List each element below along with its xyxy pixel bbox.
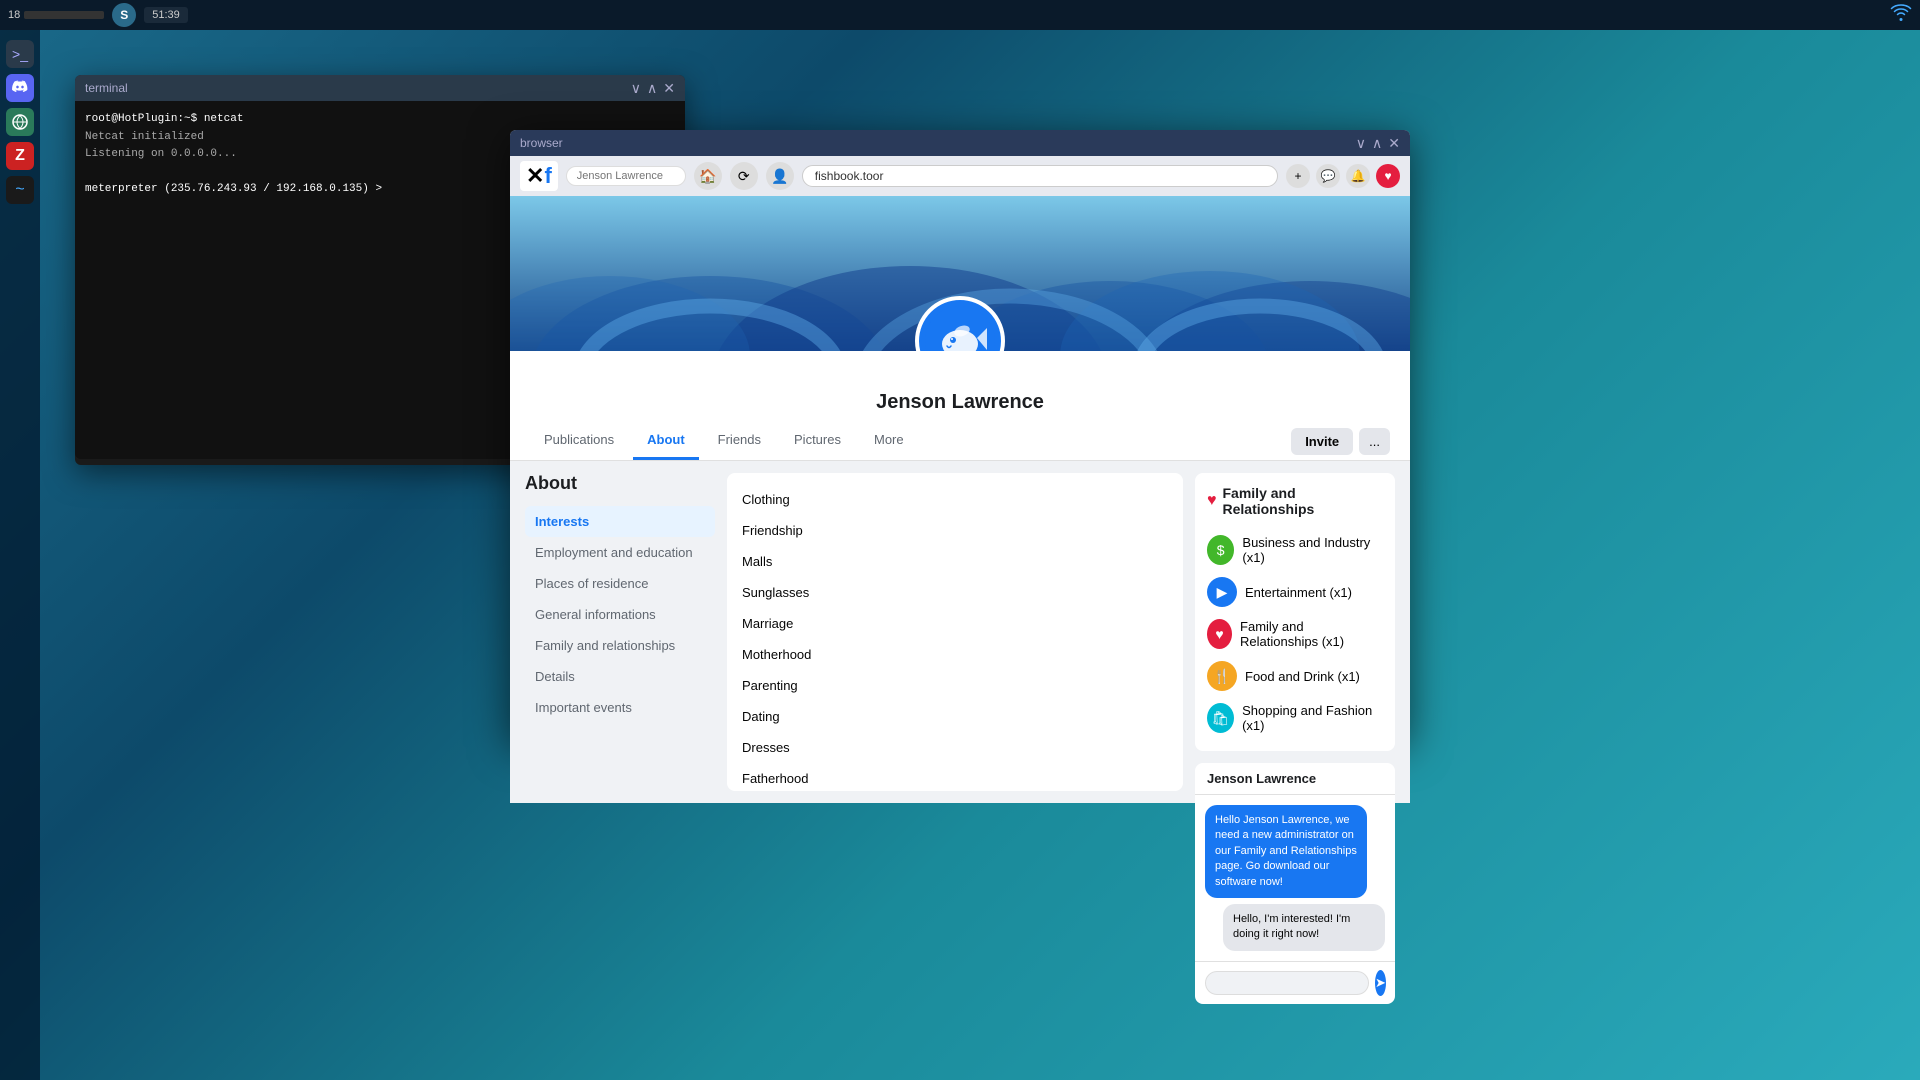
family-icon: ♥ xyxy=(1207,619,1232,649)
food-icon: 🍴 xyxy=(1207,661,1237,691)
fishbook-logo: ✕ f xyxy=(520,161,558,191)
nav-publications[interactable]: Publications xyxy=(530,422,628,460)
profile-nav-icon[interactable]: 👤 xyxy=(766,162,794,190)
taskbar: 18 S 51:39 xyxy=(0,0,1920,30)
logo-f: f xyxy=(544,163,551,189)
profile-name: Jenson Lawrence xyxy=(876,391,1044,414)
interest-dresses: Dresses xyxy=(742,736,1168,759)
terminal-maximize-button[interactable]: ∧ xyxy=(647,81,657,95)
chat-bubble-me: Hello, I'm interested! I'm doing it righ… xyxy=(1223,904,1385,951)
right-panel-title: ♥ Family and Relationships xyxy=(1207,485,1383,517)
interest-motherhood: Motherhood xyxy=(742,643,1168,666)
chat-send-button[interactable]: ➤ xyxy=(1375,970,1386,996)
browser-maximize-button[interactable]: ∧ xyxy=(1372,136,1382,150)
notification-toolbar-button[interactable]: 🔔 xyxy=(1346,164,1370,188)
rp-item-business: $ Business and Industry (x1) xyxy=(1207,529,1383,571)
interest-parenting: Parenting xyxy=(742,674,1168,697)
chat-header: Jenson Lawrence xyxy=(1195,763,1395,795)
about-sidebar: About Interests Employment and education… xyxy=(525,473,715,791)
chat-toolbar-button[interactable]: 💬 xyxy=(1316,164,1340,188)
home-nav-icon[interactable]: 🏠 xyxy=(694,162,722,190)
about-nav-details[interactable]: Details xyxy=(525,661,715,692)
terminal-title: terminal xyxy=(85,81,128,95)
right-interests-panel: ♥ Family and Relationships $ Business an… xyxy=(1195,473,1395,791)
chat-input-row: ➤ xyxy=(1195,961,1395,1004)
wifi-icon xyxy=(1890,4,1912,27)
browser-controls: ∨ ∧ ✕ xyxy=(1356,136,1400,150)
interest-dating: Dating xyxy=(742,705,1168,728)
about-nav-interests[interactable]: Interests xyxy=(525,506,715,537)
profile-nav-actions: Invite ... xyxy=(1291,428,1390,455)
browser-close-button[interactable]: ✕ xyxy=(1388,136,1400,150)
heart-toolbar-button[interactable]: ♥ xyxy=(1376,164,1400,188)
interests-summary-panel: ♥ Family and Relationships $ Business an… xyxy=(1195,473,1395,751)
about-nav-events[interactable]: Important events xyxy=(525,692,715,723)
browser-toolbar: ✕ f 🏠 ⟳ 👤 + 💬 🔔 ♥ xyxy=(510,156,1410,196)
script-icon[interactable]: ~ xyxy=(6,176,34,204)
taskbar-number: 18 xyxy=(8,9,20,21)
profile-content: About Interests Employment and education… xyxy=(510,461,1410,803)
entertainment-icon: ▶ xyxy=(1207,577,1237,607)
terminal-titlebar: terminal ∨ ∧ ✕ xyxy=(75,75,685,101)
profile-info-row: Jenson Lawrence xyxy=(510,351,1410,422)
interest-fatherhood: Fatherhood xyxy=(742,767,1168,790)
shopping-icon: 🛍 xyxy=(1207,703,1234,733)
profile-avatar xyxy=(915,296,1005,351)
nav-friends[interactable]: Friends xyxy=(704,422,775,460)
terminal-minimize-button[interactable]: ∨ xyxy=(631,81,641,95)
discord-icon[interactable] xyxy=(6,74,34,102)
chat-panel: Jenson Lawrence Hello Jenson Lawrence, w… xyxy=(1195,763,1395,1004)
terminal-controls: ∨ ∧ ✕ xyxy=(631,81,675,95)
taskbar-progress-bar xyxy=(24,11,104,19)
about-nav-general[interactable]: General informations xyxy=(525,599,715,630)
interests-list: Clothing Friendship Malls Sunglasses Mar… xyxy=(742,488,1168,790)
taskbar-time: 51:39 xyxy=(144,7,188,23)
rp-item-family: ♥ Family and Relationships (x1) xyxy=(1207,613,1383,655)
url-bar[interactable] xyxy=(802,165,1278,187)
heart-icon: ♥ xyxy=(1207,492,1217,510)
metasploit-icon[interactable]: Z xyxy=(6,142,34,170)
logo-x: ✕ xyxy=(526,163,544,189)
toolbar-actions: + 💬 🔔 ♥ xyxy=(1286,164,1400,188)
interest-malls: Malls xyxy=(742,550,1168,573)
search-input[interactable] xyxy=(566,166,686,186)
terminal-icon[interactable]: >_ xyxy=(6,40,34,68)
nav-about[interactable]: About xyxy=(633,422,699,460)
dots-button[interactable]: ... xyxy=(1359,428,1390,455)
left-sidebar: >_ Z ~ xyxy=(0,30,40,1080)
rp-item-food: 🍴 Food and Drink (x1) xyxy=(1207,655,1383,697)
chat-messages: Hello Jenson Lawrence, we need a new adm… xyxy=(1195,795,1395,961)
about-nav-places[interactable]: Places of residence xyxy=(525,568,715,599)
about-title: About xyxy=(525,473,715,494)
browser-titlebar: browser ∨ ∧ ✕ xyxy=(510,130,1410,156)
interest-clothing: Clothing xyxy=(742,488,1168,511)
terminal-close-button[interactable]: ✕ xyxy=(663,81,675,95)
add-toolbar-button[interactable]: + xyxy=(1286,164,1310,188)
profile-nav: Publications About Friends Pictures More… xyxy=(510,422,1410,461)
interest-sunglasses: Sunglasses xyxy=(742,581,1168,604)
taskbar-counter: 18 xyxy=(8,9,104,21)
browser-sidebar-icon[interactable] xyxy=(6,108,34,136)
terminal-line-1: root@HotPlugin:~$ netcat xyxy=(85,111,675,129)
interest-marriage: Marriage xyxy=(742,612,1168,635)
back-nav-icon[interactable]: ⟳ xyxy=(730,162,758,190)
rp-item-entertainment: ▶ Entertainment (x1) xyxy=(1207,571,1383,613)
about-nav-family[interactable]: Family and relationships xyxy=(525,630,715,661)
nav-pictures[interactable]: Pictures xyxy=(780,422,855,460)
chat-input[interactable] xyxy=(1205,971,1369,995)
taskbar-app-logo[interactable]: S xyxy=(112,3,136,27)
browser-title: browser xyxy=(520,136,563,150)
invite-button[interactable]: Invite xyxy=(1291,428,1353,455)
browser-minimize-button[interactable]: ∨ xyxy=(1356,136,1366,150)
profile-avatar-wrapper xyxy=(915,296,1005,351)
interests-panel: Clothing Friendship Malls Sunglasses Mar… xyxy=(727,473,1183,791)
profile-cover xyxy=(510,196,1410,351)
nav-more[interactable]: More xyxy=(860,422,918,460)
chat-bubble-them: Hello Jenson Lawrence, we need a new adm… xyxy=(1205,805,1367,898)
browser-window: browser ∨ ∧ ✕ ✕ f 🏠 ⟳ 👤 + 💬 🔔 ♥ xyxy=(510,130,1410,740)
interest-friendship: Friendship xyxy=(742,519,1168,542)
rp-item-shopping: 🛍 Shopping and Fashion (x1) xyxy=(1207,697,1383,739)
business-icon: $ xyxy=(1207,535,1234,565)
about-nav-employment[interactable]: Employment and education xyxy=(525,537,715,568)
